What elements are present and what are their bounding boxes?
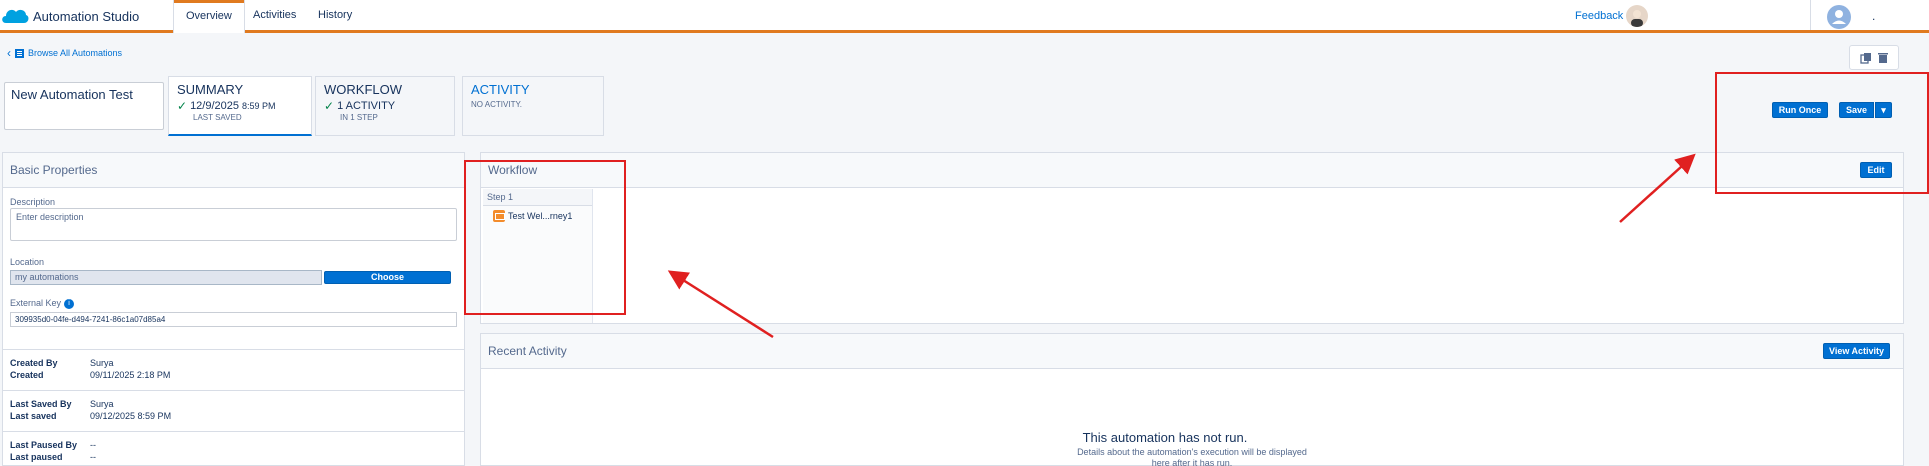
annotation-arrows [667, 153, 1696, 339]
annotation-arrow-actions [1619, 153, 1696, 223]
annotation-arrow-workflow [667, 270, 774, 339]
